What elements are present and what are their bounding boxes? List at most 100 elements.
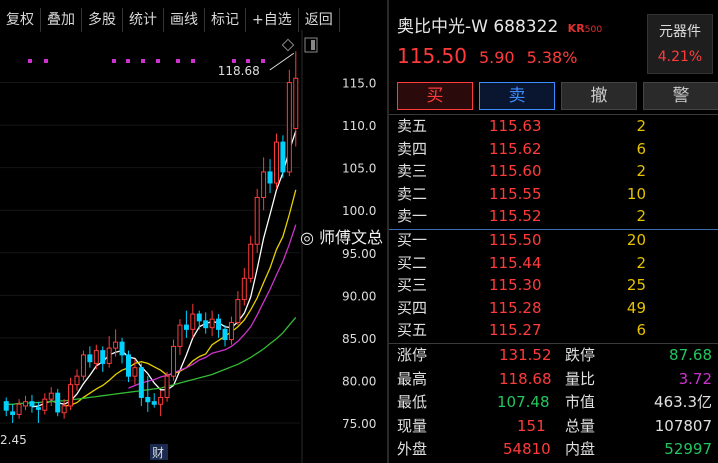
signal-dot [44,59,48,63]
stats-row: 现量 151 总量 107807 [389,415,718,439]
candle-body [164,375,170,398]
watermark: ◎ 师傅文总 [300,228,384,247]
candle-body [119,341,125,356]
candle [158,390,164,417]
toolbar-btn-4[interactable]: 画线 [164,8,205,32]
candle-body [177,324,183,347]
candle-body [10,411,16,415]
toolbar-btn-1[interactable]: 叠加 [41,8,82,32]
cur-vol-value: 151 [517,416,546,435]
sector-badge[interactable]: 元器件 4.21% [647,14,713,74]
buy-orderbook: 买一 115.50 20 买二 115.44 2 买三 115.30 25 买四 115.28 49 买… [389,229,718,342]
ma-line-ma20 [128,224,297,389]
stats-row: 最高 118.68 量比 3.72 [389,368,718,392]
candle-body [216,318,222,330]
candle [16,399,22,419]
candle-body [132,367,138,377]
candle [3,397,9,417]
candle-body [158,396,164,405]
candle-body [228,322,234,341]
sell-button[interactable]: 卖 [479,82,555,110]
candle [190,303,196,338]
y-tick-label: 115.0 [342,77,376,91]
level-label: 卖三 [397,162,428,181]
candle-body [286,82,292,173]
y-tick-label: 75.00 [342,417,376,431]
level-volume: 2 [636,207,646,226]
toolbar-btn-3[interactable]: 统计 [123,8,164,32]
alert-button[interactable]: 警 [643,82,718,110]
candle [61,399,67,419]
orderbook-row[interactable]: 买一 115.50 20 [389,229,718,252]
y-tick-label: 95.00 [342,247,376,261]
candle-body [61,405,67,414]
orderbook-row[interactable]: 买三 115.30 25 [389,274,718,297]
inner-value: 52997 [664,440,712,458]
candle [80,350,86,381]
level-label: 买一 [397,231,428,249]
candle [267,159,273,194]
cancel-order-button[interactable]: 撤 [561,82,637,110]
level-price: 115.60 [489,162,542,181]
orderbook-row[interactable]: 买二 115.44 2 [389,252,718,275]
orderbook-row[interactable]: 买五 115.27 6 [389,319,718,342]
candle-body [241,277,247,301]
stock-name: 奥比中光-W [397,17,488,37]
candle-body [209,318,215,329]
candle-body [151,401,157,405]
y-tick-label: 110.0 [342,119,376,133]
candle [261,157,267,211]
level-label: 卖一 [397,207,428,226]
candle [248,235,254,283]
candle-body [235,299,241,324]
total-vol-value: 107807 [654,416,712,435]
candle [286,69,292,177]
candle [203,312,209,334]
level-price: 115.30 [489,276,542,295]
level-price: 115.44 [489,253,542,272]
level-volume: 20 [626,231,646,249]
level-volume: 6 [636,321,646,340]
candle-body [68,384,74,407]
level-label: 卖五 [397,117,428,135]
level-label: 买二 [397,253,428,272]
y-tick-label: 100.0 [342,204,376,218]
candle-body [106,347,112,364]
orderbook-row[interactable]: 卖一 115.52 2 [389,205,718,228]
toolbar-btn-2[interactable]: 多股 [82,8,123,32]
limit-down-value: 87.68 [669,346,712,364]
candle-body [55,392,61,413]
candle [164,371,170,402]
level-label: 卖二 [397,184,428,203]
candle-body [100,350,106,364]
level-volume: 49 [626,298,646,317]
high-annotation: 118.68 [218,64,260,78]
orderbook-row[interactable]: 卖三 115.60 2 [389,160,718,183]
sector-name: 元器件 [659,24,701,40]
toolbar-btn-6[interactable]: +自选 [246,8,299,32]
candle [48,387,54,406]
toolbar-btn-0[interactable]: 复权 [0,8,41,32]
signal-dot [191,59,195,63]
candle-body [190,313,196,330]
orderbook-row[interactable]: 卖二 115.55 10 [389,183,718,206]
orderbook-row[interactable]: 卖五 115.63 2 [389,115,718,138]
orderbook-row[interactable]: 卖四 115.62 6 [389,138,718,161]
orderbook-row[interactable]: 买四 115.28 49 [389,297,718,320]
candle-body [93,350,99,364]
level-price: 115.63 [489,117,542,135]
stock-code: 688322 [493,17,559,37]
buy-button[interactable]: 买 [397,82,473,110]
signal-dot [126,59,130,63]
level-volume: 25 [626,276,646,295]
candle-body [16,403,22,415]
level-price: 115.55 [489,184,542,203]
level-price: 115.62 [489,139,542,158]
toolbar-btn-7[interactable]: 返回 [299,8,340,32]
earnings-marker: 财 [152,446,164,460]
toolbar-btn-5[interactable]: 标记 [205,8,246,32]
candle-body [196,313,202,322]
candle [23,395,29,411]
candle-body [293,77,299,130]
ma-line-ma60 [6,316,297,405]
